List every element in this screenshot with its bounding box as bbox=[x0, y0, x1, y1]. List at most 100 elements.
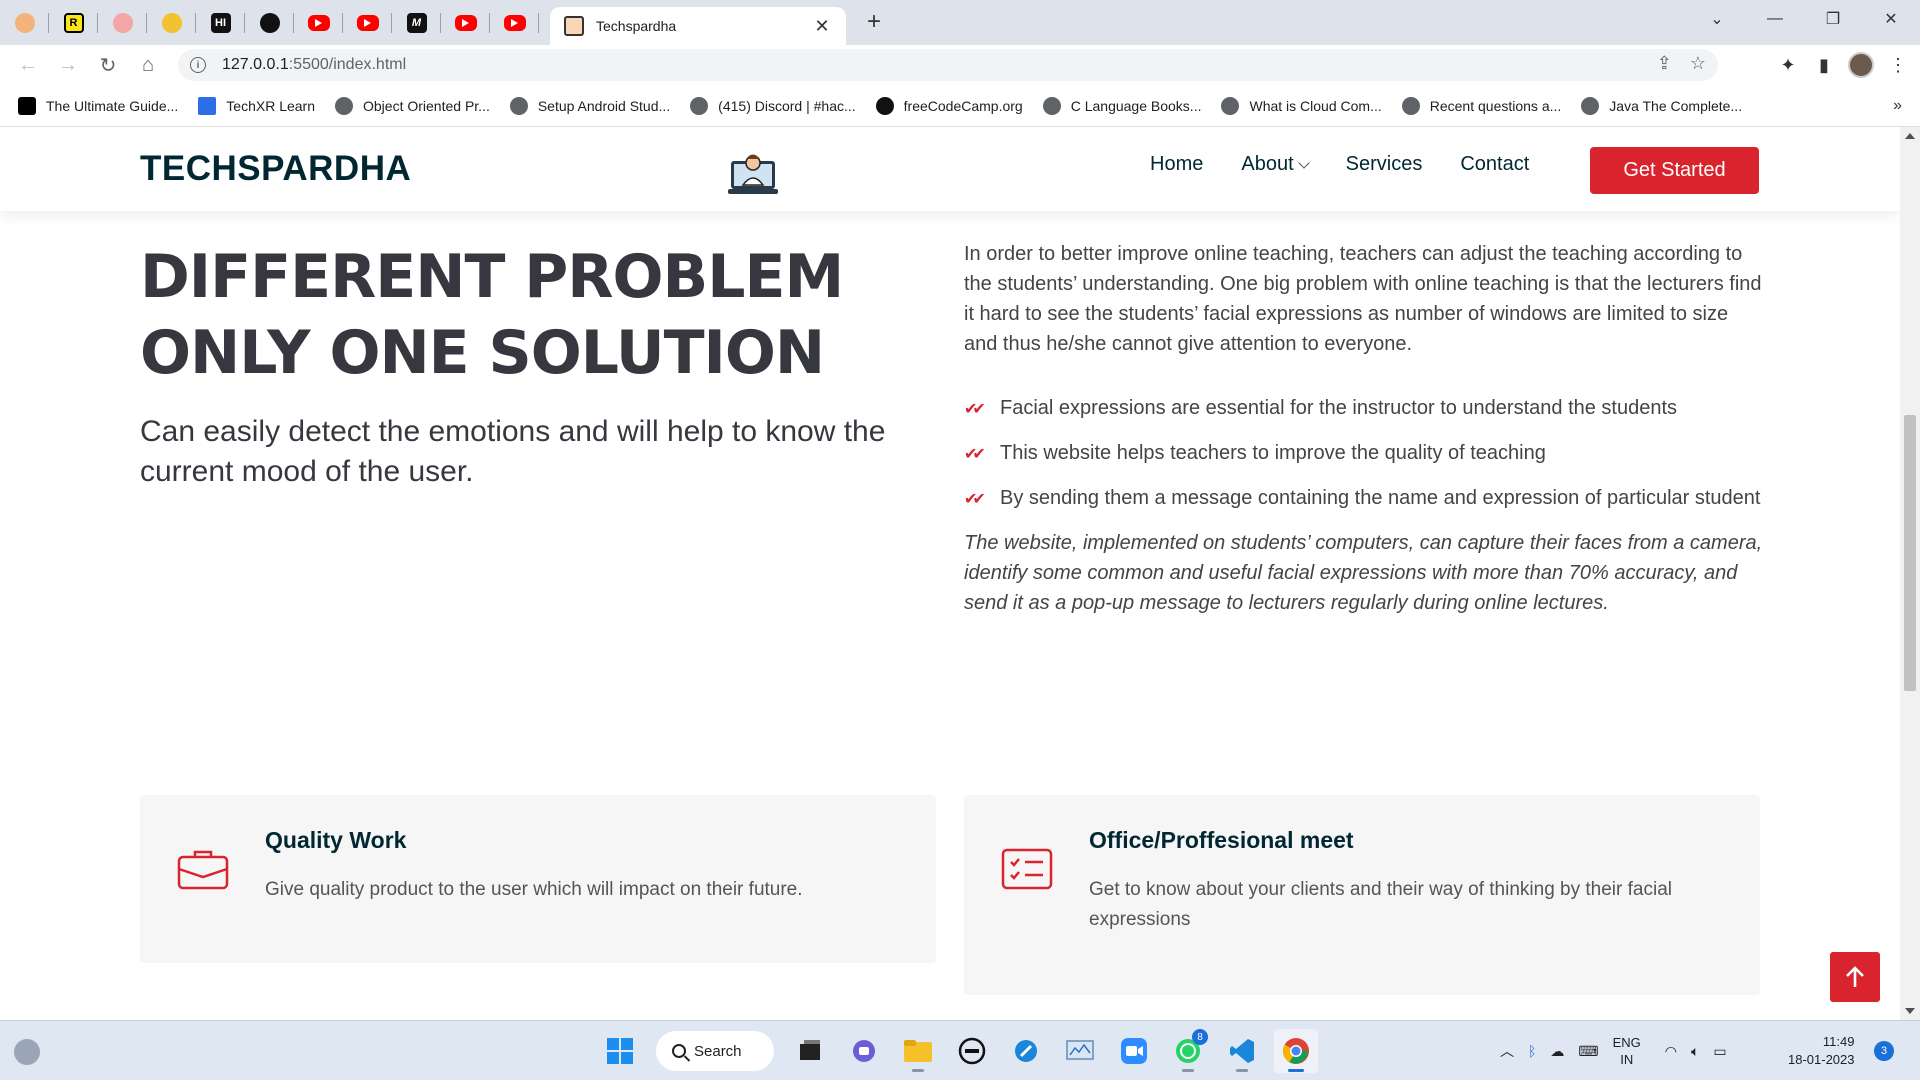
wifi-icon[interactable]: ◠ bbox=[1665, 1043, 1677, 1060]
back-button[interactable]: ← bbox=[8, 45, 48, 85]
windows-taskbar: Search 8 ︿ ᛒ ☁ ⌨ ENG IN ◠ 🔈︎ ▭ 11:49 18-0… bbox=[0, 1020, 1920, 1080]
onedrive-cloud-icon[interactable]: ☁ bbox=[1550, 1043, 1564, 1060]
hero-title: DIFFERENT PROBLEM ONLY ONE SOLUTION bbox=[140, 242, 844, 388]
language-indicator[interactable]: ENG IN bbox=[1613, 1034, 1641, 1068]
file-explorer-app[interactable] bbox=[896, 1029, 940, 1073]
omnibox-actions: ⇪ ☆ bbox=[1657, 53, 1706, 74]
site-header: TECHSPARDHA Home About Services Contact … bbox=[0, 127, 1900, 211]
pinned-tab[interactable]: M bbox=[392, 0, 441, 45]
volume-icon[interactable]: 🔈︎ bbox=[1691, 1043, 1699, 1060]
chevron-up-icon[interactable]: ︿ bbox=[1500, 1041, 1514, 1061]
bookmark-star-icon[interactable]: ☆ bbox=[1690, 53, 1706, 74]
bookmark-item[interactable]: TechXR Learn bbox=[198, 96, 315, 115]
whatsapp-app[interactable]: 8 bbox=[1166, 1029, 1210, 1073]
extensions-icon[interactable]: ✦ bbox=[1776, 49, 1800, 81]
task-view-button[interactable] bbox=[788, 1029, 832, 1073]
bookmark-item[interactable]: Setup Android Stud... bbox=[509, 96, 670, 115]
site-info-icon[interactable]: i bbox=[190, 57, 206, 73]
notification-badge[interactable]: 3 bbox=[1874, 1041, 1894, 1061]
double-check-icon: ✔✔ bbox=[964, 491, 986, 508]
bookmark-item[interactable]: C Language Books... bbox=[1042, 96, 1202, 115]
keyboard-icon[interactable]: ⌨ bbox=[1578, 1043, 1598, 1060]
scroll-down-arrow[interactable] bbox=[1905, 1008, 1915, 1014]
scroll-up-arrow[interactable] bbox=[1905, 133, 1915, 139]
list-item-text: This website helps teachers to improve t… bbox=[1000, 442, 1546, 464]
site-logo[interactable]: TECHSPARDHA bbox=[140, 149, 411, 189]
hi-tab-icon: HI bbox=[210, 12, 231, 33]
bookmark-item[interactable]: Java The Complete... bbox=[1581, 96, 1742, 115]
m-letter-tab-icon: M bbox=[406, 12, 427, 33]
search-icon bbox=[672, 1044, 686, 1058]
bug-tab-icon bbox=[161, 12, 182, 33]
url-path: :5500/index.html bbox=[288, 56, 407, 73]
windows-logo-icon bbox=[607, 1038, 633, 1064]
side-panel-icon[interactable]: ▮ bbox=[1812, 49, 1836, 81]
pinned-tab[interactable] bbox=[294, 0, 343, 45]
minimize-button[interactable]: — bbox=[1746, 0, 1804, 38]
nav-home[interactable]: Home bbox=[1150, 153, 1203, 176]
more-bookmarks-button[interactable]: » bbox=[1893, 97, 1902, 115]
nav-services[interactable]: Services bbox=[1346, 153, 1423, 176]
page-viewport: TECHSPARDHA Home About Services Contact … bbox=[0, 127, 1900, 1020]
get-started-button[interactable]: Get Started bbox=[1590, 147, 1759, 194]
scrollbar-thumb[interactable] bbox=[1904, 415, 1916, 691]
chrome-icon bbox=[1282, 1038, 1309, 1064]
address-bar[interactable]: i 127.0.0.1:5500/index.html ⇪ ☆ bbox=[178, 49, 1718, 81]
chrome-app[interactable] bbox=[1274, 1029, 1318, 1073]
pinned-tab[interactable] bbox=[490, 0, 539, 45]
teams-chat-app[interactable] bbox=[842, 1029, 886, 1073]
running-indicator bbox=[1288, 1069, 1304, 1072]
vscode-icon bbox=[1230, 1039, 1254, 1063]
new-tab-button[interactable]: + bbox=[860, 8, 888, 36]
list-item-text: By sending them a message containing the… bbox=[1000, 487, 1761, 509]
card-description: Give quality product to the user which w… bbox=[265, 879, 803, 900]
menu-icon[interactable]: ⋮ bbox=[1886, 49, 1910, 81]
share-icon[interactable]: ⇪ bbox=[1657, 53, 1672, 74]
support-app[interactable] bbox=[1004, 1029, 1048, 1073]
bluetooth-icon[interactable]: ᛒ bbox=[1528, 1043, 1536, 1059]
bookmark-label: (415) Discord | #hac... bbox=[718, 97, 856, 114]
taskbar-clock[interactable]: 11:49 18-01-2023 bbox=[1788, 1033, 1855, 1069]
bookmark-item[interactable]: Recent questions a... bbox=[1401, 96, 1561, 115]
profile-avatar[interactable] bbox=[1848, 52, 1874, 78]
dell-app[interactable] bbox=[950, 1029, 994, 1073]
active-tab[interactable]: Techspardha ✕ bbox=[550, 7, 846, 45]
bookmark-label: C Language Books... bbox=[1070, 97, 1202, 114]
youtube-tab-icon bbox=[503, 14, 526, 31]
page-scrollbar[interactable] bbox=[1900, 127, 1920, 1020]
globe-icon bbox=[1221, 96, 1240, 115]
bookmark-label: TechXR Learn bbox=[226, 97, 315, 114]
restore-button[interactable]: ❐ bbox=[1804, 0, 1862, 38]
tab-search-icon[interactable]: ⌄ bbox=[1688, 0, 1746, 38]
battery-icon[interactable]: ▭ bbox=[1713, 1043, 1726, 1060]
bookmark-item[interactable]: The Ultimate Guide... bbox=[18, 96, 178, 115]
bookmark-label: Object Oriented Pr... bbox=[363, 97, 490, 114]
nav-about[interactable]: About bbox=[1241, 153, 1310, 176]
bookmark-item[interactable]: Object Oriented Pr... bbox=[335, 96, 490, 115]
vscode-app[interactable] bbox=[1220, 1029, 1264, 1073]
close-tab-icon[interactable]: ✕ bbox=[812, 16, 832, 37]
reload-button[interactable]: ↻ bbox=[88, 45, 128, 85]
bookmark-item[interactable]: freeCodeCamp.org bbox=[875, 96, 1023, 115]
taskbar-search[interactable]: Search bbox=[656, 1031, 774, 1071]
back-to-top-button[interactable] bbox=[1830, 952, 1880, 1002]
weather-widget-icon[interactable] bbox=[14, 1039, 40, 1065]
pinned-tab[interactable] bbox=[98, 0, 147, 45]
pinned-tab[interactable] bbox=[441, 0, 490, 45]
briefcase-icon bbox=[177, 850, 229, 890]
pinned-tab[interactable]: HI bbox=[196, 0, 245, 45]
bookmark-item[interactable]: What is Cloud Com... bbox=[1221, 96, 1382, 115]
pinned-tab[interactable]: R bbox=[49, 0, 98, 45]
forward-button[interactable]: → bbox=[48, 45, 88, 85]
nav-contact[interactable]: Contact bbox=[1460, 153, 1529, 176]
close-window-button[interactable]: ✕ bbox=[1862, 0, 1920, 38]
start-button[interactable] bbox=[598, 1029, 642, 1073]
pinned-tab[interactable] bbox=[0, 0, 49, 45]
pinned-tab[interactable] bbox=[245, 0, 294, 45]
bookmark-item[interactable]: (415) Discord | #hac... bbox=[690, 96, 856, 115]
monitor-app[interactable] bbox=[1058, 1029, 1102, 1073]
pinned-tab[interactable] bbox=[147, 0, 196, 45]
zoom-app[interactable] bbox=[1112, 1029, 1156, 1073]
pinned-tab[interactable] bbox=[343, 0, 392, 45]
home-button[interactable]: ⌂ bbox=[128, 45, 168, 85]
